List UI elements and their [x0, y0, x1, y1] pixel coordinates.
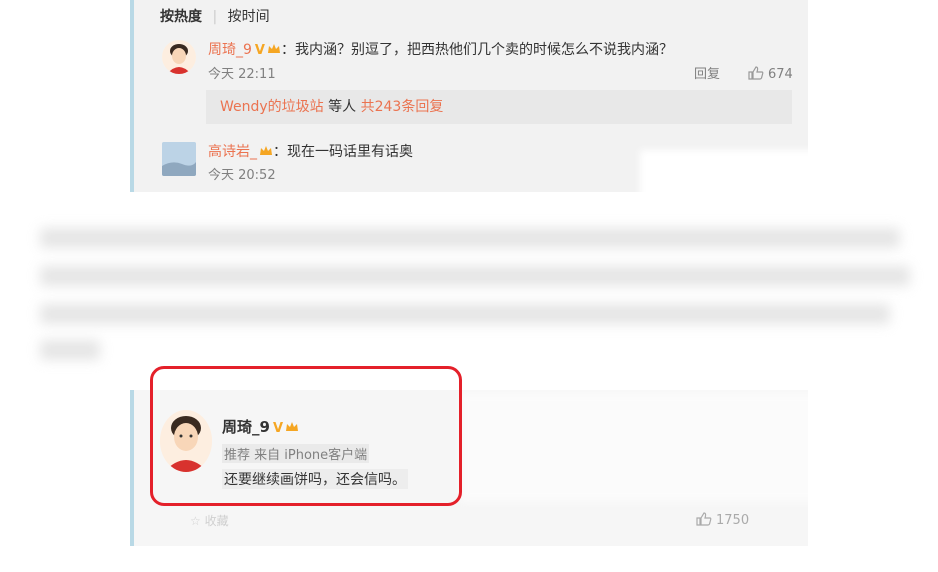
- reply-summary-middle: 等人: [323, 99, 361, 115]
- sort-hot-tab[interactable]: 按热度: [160, 9, 202, 25]
- comment-text: ：现在一码话里有话奥: [273, 144, 413, 160]
- crown-icon: [259, 143, 273, 155]
- comment-text: ：我内涵？别逗了，把西热他们几个卖的时候怎么不说我内涵？: [280, 42, 673, 58]
- star-icon: ☆: [190, 514, 205, 528]
- comment-username[interactable]: 高诗岩_: [208, 144, 257, 160]
- reply-summary[interactable]: Wendy的垃圾站 等人 共243条回复: [206, 90, 792, 124]
- reply-summary-user[interactable]: Wendy的垃圾站: [220, 99, 324, 115]
- like-button[interactable]: 674: [748, 65, 793, 85]
- screenshot-composite: 按热度 | 按时间 周琦_9 V ：我内涵？别逗了，把西热他们几个卖的时候怎么不说我…: [0, 0, 938, 572]
- blurred-text-line: [40, 340, 100, 360]
- collect-button[interactable]: ☆ 收藏: [190, 512, 229, 529]
- overlay-mask: [460, 392, 820, 502]
- highlight-box: [150, 366, 462, 506]
- comment-time: 今天 22:11: [208, 67, 276, 82]
- comment-time: 今天 20:52: [208, 168, 276, 183]
- overlay-mask: [640, 150, 830, 200]
- blurred-text-line: [40, 266, 910, 286]
- thumbs-up-icon: [748, 66, 764, 80]
- comment-username[interactable]: 周琦_9: [208, 42, 252, 58]
- reply-button[interactable]: 回复: [694, 65, 720, 85]
- like-button[interactable]: 1750: [696, 512, 749, 528]
- like-count: 674: [768, 67, 793, 82]
- like-count: 1750: [716, 513, 750, 528]
- collect-label: 收藏: [204, 514, 229, 528]
- avatar[interactable]: [162, 142, 196, 176]
- blurred-text-line: [40, 304, 890, 324]
- reply-summary-count[interactable]: 共243条回复: [361, 99, 444, 115]
- verified-badge-icon: V: [254, 43, 265, 58]
- sort-divider: |: [212, 9, 218, 25]
- sort-bar: 按热度 | 按时间: [160, 6, 276, 26]
- avatar[interactable]: [162, 40, 196, 74]
- thumbs-up-icon: [696, 512, 712, 526]
- crown-icon: [267, 41, 281, 53]
- sort-time-tab[interactable]: 按时间: [228, 9, 270, 25]
- blurred-text-line: [40, 228, 900, 248]
